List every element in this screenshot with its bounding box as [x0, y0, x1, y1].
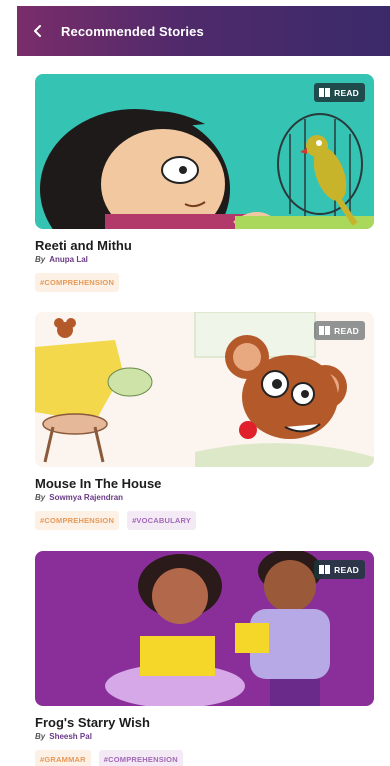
chevron-left-icon [34, 25, 41, 37]
read-badge[interactable]: READ [314, 83, 365, 102]
read-label: READ [334, 564, 359, 575]
story-title[interactable]: Mouse In The House [35, 476, 374, 491]
author-name[interactable]: Sowmya Rajendran [49, 493, 123, 502]
tag-list: #COMPREHENSION [35, 273, 374, 292]
story-title[interactable]: Reeti and Mithu [35, 238, 374, 253]
story-title[interactable]: Frog's Starry Wish [35, 715, 374, 730]
by-label: By [35, 493, 46, 502]
page-title: Recommended Stories [61, 23, 204, 39]
app-header: Recommended Stories [17, 6, 390, 56]
read-label: READ [334, 325, 359, 336]
by-label: By [35, 732, 46, 741]
story-cover-image[interactable]: READ [35, 551, 374, 706]
read-label: READ [334, 87, 359, 98]
tag-comprehension[interactable]: #COMPREHENSION [35, 511, 120, 530]
author-line: By Anupa Lal [35, 255, 374, 264]
tag-vocabulary[interactable]: #VOCABULARY [127, 511, 197, 530]
story-cover-image[interactable]: READ [35, 312, 374, 467]
story-card[interactable]: READ Frog's Starry Wish By Sheesh Pal #GR… [35, 551, 374, 766]
author-line: By Sowmya Rajendran [35, 493, 374, 502]
author-line: By Sheesh Pal [35, 732, 374, 741]
tag-comprehension[interactable]: #COMPREHENSION [98, 750, 183, 766]
read-badge[interactable]: READ [314, 560, 365, 579]
tag-list: #COMPREHENSION #VOCABULARY [35, 511, 374, 530]
book-icon [319, 326, 331, 335]
by-label: By [35, 255, 46, 264]
story-card[interactable]: READ Mouse In The House By Sowmya Rajendr… [35, 312, 374, 530]
tag-list: #GRAMMAR #COMPREHENSION [35, 750, 374, 766]
book-icon [319, 88, 331, 97]
read-badge[interactable]: READ [314, 321, 365, 340]
back-button[interactable] [21, 6, 55, 56]
author-name[interactable]: Anupa Lal [49, 255, 88, 264]
tag-grammar[interactable]: #GRAMMAR [35, 750, 91, 766]
story-card[interactable]: READ Reeti and Mithu By Anupa Lal #COMPRE… [35, 74, 374, 292]
author-name[interactable]: Sheesh Pal [49, 732, 92, 741]
tag-comprehension[interactable]: #COMPREHENSION [35, 273, 120, 292]
story-cover-image[interactable]: READ [35, 74, 374, 229]
book-icon [319, 565, 331, 574]
